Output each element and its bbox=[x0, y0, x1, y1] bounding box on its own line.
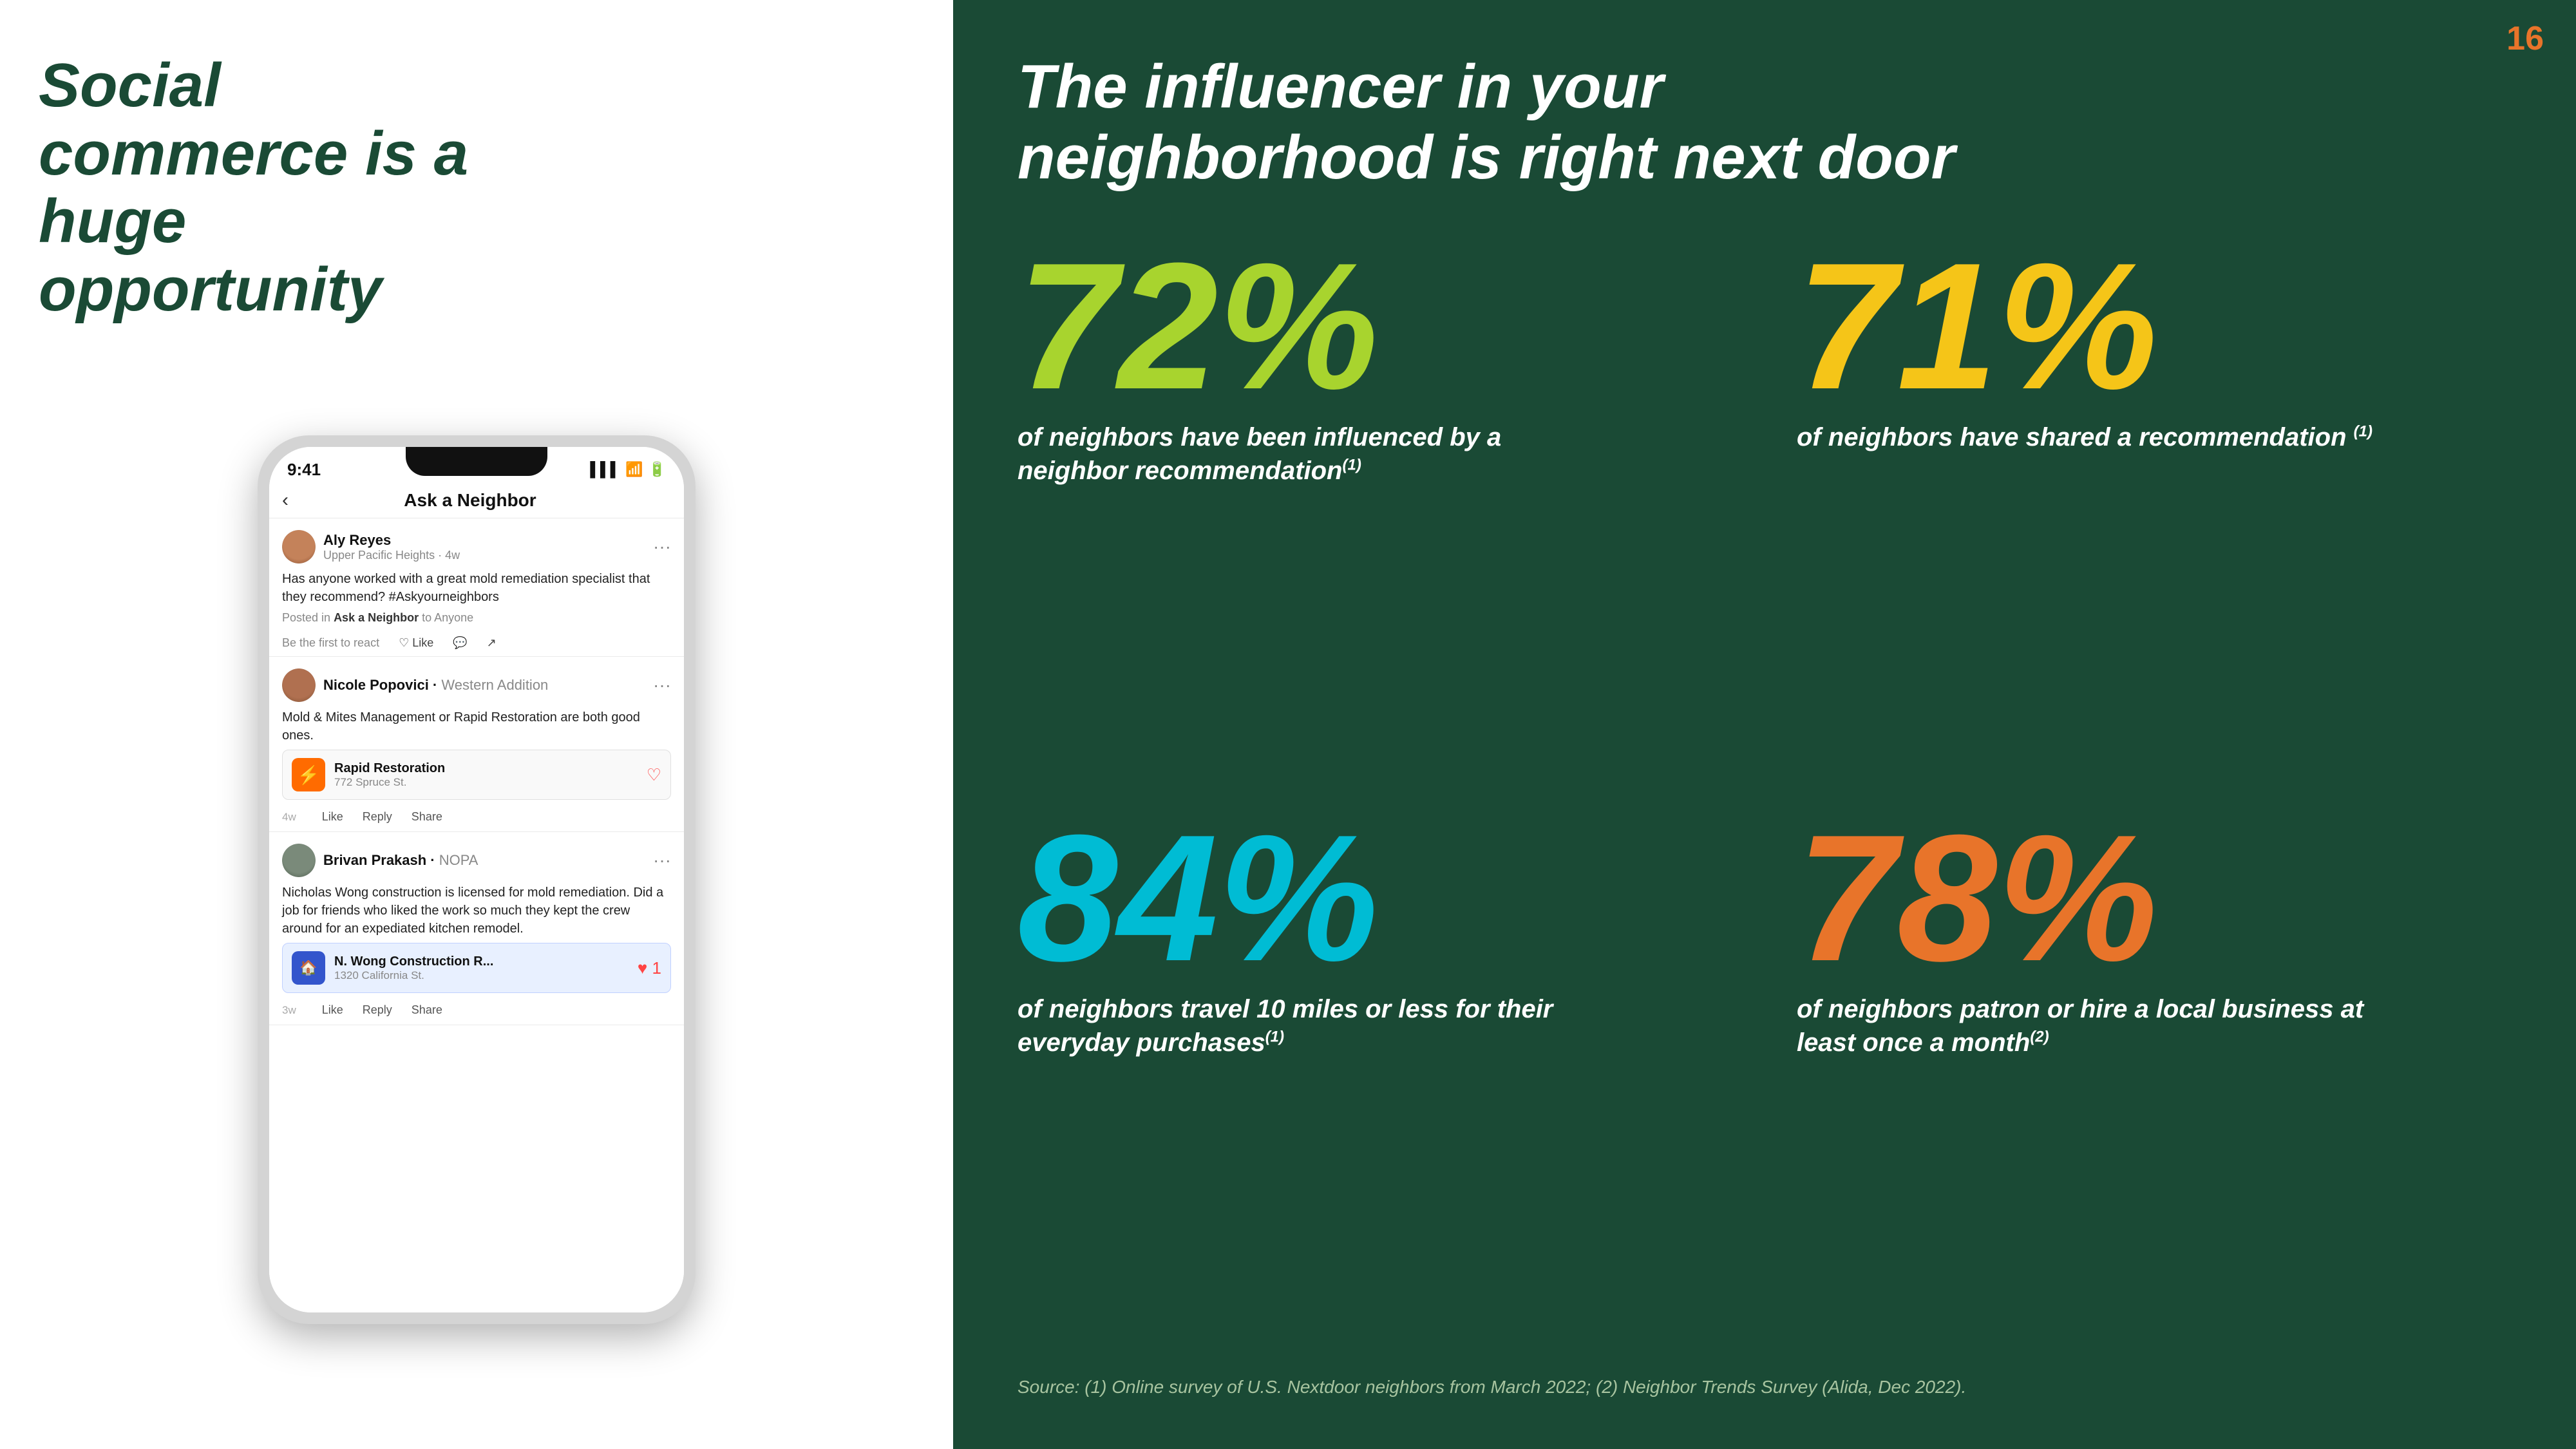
left-title: Social commerce is a huge opportunity bbox=[39, 52, 541, 323]
stats-grid: 72% of neighbors have been influenced by… bbox=[1018, 245, 2512, 1351]
avatar-aly bbox=[282, 530, 316, 564]
more-icon-aly[interactable]: ··· bbox=[653, 536, 671, 557]
stat-desc-78: of neighbors patron or hire a local busi… bbox=[1797, 992, 2376, 1059]
business-card-rapid[interactable]: ⚡ Rapid Restoration 772 Spruce St. ♡ bbox=[282, 750, 671, 800]
avatar-nicole bbox=[282, 668, 316, 702]
like-btn-brivan[interactable]: Like bbox=[322, 1003, 343, 1017]
biz-name-nwong: N. Wong Construction R... bbox=[334, 954, 493, 969]
be-first-react: Be the first to react bbox=[282, 636, 379, 650]
post-author-brivan: Brivan Prakash · NOPA bbox=[323, 852, 653, 869]
post-meta-aly: Aly Reyes Upper Pacific Heights · 4w bbox=[323, 532, 653, 562]
right-title-line2: neighborhood is right next door bbox=[1018, 123, 1955, 192]
more-icon-nicole[interactable]: ··· bbox=[653, 675, 671, 696]
post-location-aly: Upper Pacific Heights · 4w bbox=[323, 549, 653, 562]
biz-address-rapid: 772 Spruce St. bbox=[334, 776, 445, 789]
post-body-aly: Has anyone worked with a great mold reme… bbox=[282, 570, 671, 606]
post-card-nicole: Nicole Popovici · Western Addition ··· M… bbox=[269, 657, 684, 832]
stat-number-72: 72% bbox=[1018, 245, 1732, 408]
post-body-brivan: Nicholas Wong construction is licensed f… bbox=[282, 884, 671, 938]
reply-btn-brivan[interactable]: Reply bbox=[363, 1003, 392, 1017]
post-card-brivan: Brivan Prakash · NOPA ··· Nicholas Wong … bbox=[269, 832, 684, 1025]
phone-inner: 9:41 ▌▌▌ 📶 🔋 ‹ Ask a Neighbor bbox=[269, 447, 684, 1312]
comment-btn-aly[interactable]: 💬 bbox=[453, 636, 467, 650]
biz-name-rapid: Rapid Restoration bbox=[334, 761, 445, 776]
source-text: Source: (1) Online survey of U.S. Nextdo… bbox=[1018, 1377, 2512, 1397]
reply-btn-nicole[interactable]: Reply bbox=[363, 810, 392, 824]
left-panel: Social commerce is a huge opportunity 9:… bbox=[0, 0, 953, 1449]
phone-outer: 9:41 ▌▌▌ 📶 🔋 ‹ Ask a Neighbor bbox=[258, 435, 696, 1324]
phone-wrapper: 9:41 ▌▌▌ 📶 🔋 ‹ Ask a Neighbor bbox=[39, 362, 914, 1397]
post-card-aly: Aly Reyes Upper Pacific Heights · 4w ···… bbox=[269, 518, 684, 657]
stat-item-84: 84% of neighbors travel 10 miles or less… bbox=[1018, 817, 1732, 1351]
stat-item-72: 72% of neighbors have been influenced by… bbox=[1018, 245, 1732, 779]
post-header-aly: Aly Reyes Upper Pacific Heights · 4w ··· bbox=[282, 530, 671, 564]
like-btn-nicole[interactable]: Like bbox=[322, 810, 343, 824]
post-time-nicole: 4w bbox=[282, 811, 296, 824]
post-time-brivan: 3w bbox=[282, 1004, 296, 1017]
stat-number-84: 84% bbox=[1018, 817, 1732, 980]
biz-info-nwong: N. Wong Construction R... 1320 Californi… bbox=[334, 954, 493, 982]
share-btn-nicole[interactable]: Share bbox=[412, 810, 442, 824]
post-header-brivan: Brivan Prakash · NOPA ··· bbox=[282, 844, 671, 877]
post-author-nicole: Nicole Popovici · Western Addition bbox=[323, 677, 653, 694]
more-icon-brivan[interactable]: ··· bbox=[653, 850, 671, 871]
page-number: 16 bbox=[2506, 19, 2544, 58]
stat-item-78: 78% of neighbors patron or hire a local … bbox=[1797, 817, 2512, 1351]
back-arrow-icon[interactable]: ‹ bbox=[282, 489, 289, 511]
business-card-nwong[interactable]: 🏠 N. Wong Construction R... 1320 Califor… bbox=[282, 943, 671, 993]
biz-info-rapid: Rapid Restoration 772 Spruce St. bbox=[334, 761, 445, 789]
nav-bar: ‹ Ask a Neighbor bbox=[269, 483, 684, 518]
post-reactions-aly: Be the first to react ♡ Like 💬 ↗ bbox=[282, 631, 671, 656]
heart-icon-nwong[interactable]: ♥ 1 bbox=[638, 958, 661, 978]
post-meta-brivan: Brivan Prakash · NOPA bbox=[323, 852, 653, 869]
nwong-logo: 🏠 bbox=[292, 951, 325, 985]
stat-desc-72: of neighbors have been influenced by a n… bbox=[1018, 421, 1597, 488]
post-meta-nicole: Nicole Popovici · Western Addition bbox=[323, 677, 653, 694]
share-btn-aly[interactable]: ↗ bbox=[487, 636, 497, 650]
status-time: 9:41 bbox=[287, 460, 321, 480]
nav-title: Ask a Neighbor bbox=[301, 490, 639, 511]
rapid-restoration-logo: ⚡ bbox=[292, 758, 325, 791]
post-actions-nicole: 4w Like Reply Share bbox=[282, 805, 671, 831]
like-btn-aly[interactable]: ♡ Like bbox=[399, 636, 433, 650]
post-body-nicole: Mold & Mites Management or Rapid Restora… bbox=[282, 708, 671, 744]
stat-number-78: 78% bbox=[1797, 817, 2512, 980]
status-icons: ▌▌▌ 📶 🔋 bbox=[590, 461, 666, 478]
stat-desc-84: of neighbors travel 10 miles or less for… bbox=[1018, 992, 1597, 1059]
post-header-nicole: Nicole Popovici · Western Addition ··· bbox=[282, 668, 671, 702]
right-title-line1: The influencer in your bbox=[1018, 52, 1663, 121]
post-author-aly: Aly Reyes bbox=[323, 532, 653, 549]
right-panel: 16 The influencer in your neighborhood i… bbox=[953, 0, 2576, 1449]
heart-icon-rapid[interactable]: ♡ bbox=[647, 765, 661, 785]
right-title: The influencer in your neighborhood is r… bbox=[1018, 52, 2177, 194]
avatar-brivan bbox=[282, 844, 316, 877]
left-title-line1: Social commerce is a bbox=[39, 51, 468, 188]
stat-desc-71: of neighbors have shared a recommendatio… bbox=[1797, 421, 2376, 454]
phone-screen: 9:41 ▌▌▌ 📶 🔋 ‹ Ask a Neighbor bbox=[269, 447, 684, 1312]
left-title-line2: huge opportunity bbox=[39, 187, 382, 324]
share-btn-brivan[interactable]: Share bbox=[412, 1003, 442, 1017]
stat-item-71: 71% of neighbors have shared a recommend… bbox=[1797, 245, 2512, 779]
feed[interactable]: Aly Reyes Upper Pacific Heights · 4w ···… bbox=[269, 518, 684, 1312]
biz-address-nwong: 1320 California St. bbox=[334, 969, 493, 982]
post-sub-aly: Posted in Ask a Neighbor to Anyone bbox=[282, 611, 671, 625]
post-actions-brivan: 3w Like Reply Share bbox=[282, 998, 671, 1025]
stat-number-71: 71% bbox=[1797, 245, 2512, 408]
phone-notch bbox=[406, 447, 547, 476]
